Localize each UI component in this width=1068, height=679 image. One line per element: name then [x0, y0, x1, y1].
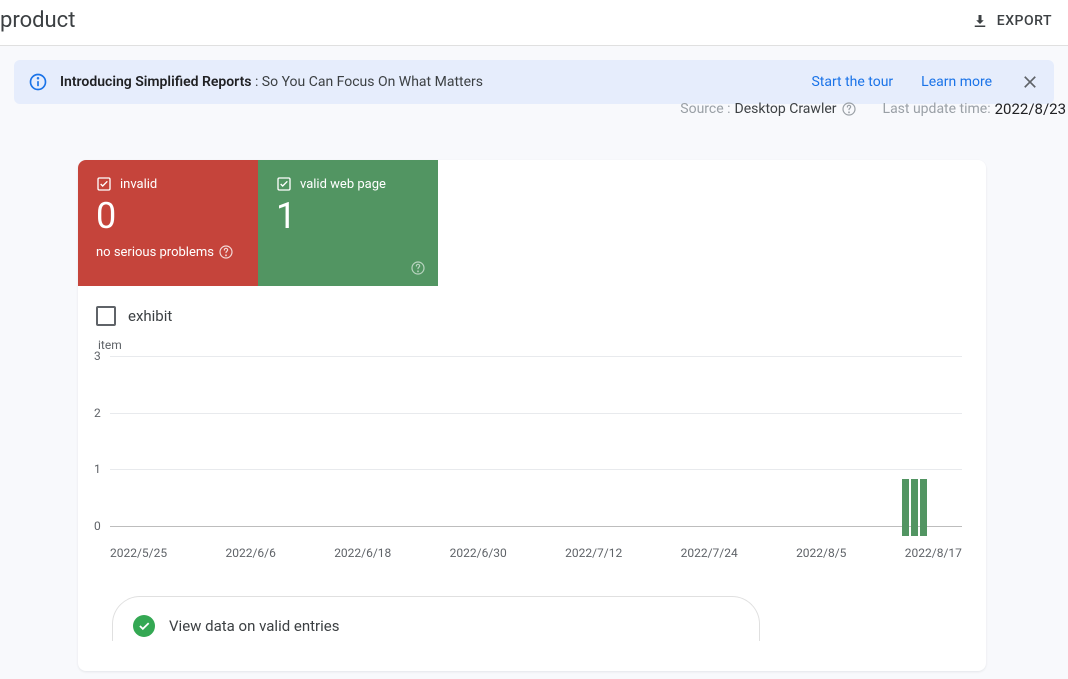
xtick: 2022/7/24 — [681, 546, 738, 560]
stats-row: invalid 0 no serious problems valid web … — [78, 160, 986, 286]
xtick: 2022/6/30 — [450, 546, 507, 560]
banner-bold: Introducing Simplified Reports — [60, 74, 251, 90]
report-card: invalid 0 no serious problems valid web … — [78, 160, 986, 671]
exhibit-label: exhibit — [128, 307, 172, 325]
help-icon[interactable] — [218, 244, 234, 260]
check-circle-icon — [133, 615, 155, 637]
info-icon — [28, 72, 48, 92]
source-label: Source : — [680, 101, 730, 117]
xtick: 2022/5/25 — [110, 546, 167, 560]
info-banner: Introducing Simplified Reports : So You … — [14, 60, 1054, 104]
export-button[interactable]: EXPORT — [971, 12, 1052, 30]
exhibit-row: exhibit — [78, 286, 986, 338]
gridline — [110, 526, 962, 527]
update-value: 2022/8/23 — [995, 100, 1066, 118]
stat-invalid-sub: no serious problems — [96, 245, 214, 260]
stat-valid-label: valid web page — [300, 177, 386, 192]
meta-row: Source : Desktop Crawler Last update tim… — [680, 100, 1068, 118]
header: product EXPORT — [0, 0, 1068, 46]
page-title: product — [0, 8, 75, 33]
gridline — [110, 469, 962, 470]
stat-invalid-count: 0 — [96, 198, 240, 234]
xtick: 2022/7/12 — [565, 546, 622, 560]
ytick: 3 — [94, 349, 101, 363]
chart-ylabel: item — [94, 338, 970, 352]
checkbox-checked-icon — [276, 176, 292, 192]
export-label: EXPORT — [997, 13, 1052, 29]
start-tour-link[interactable]: Start the tour — [811, 74, 893, 90]
chart-bar — [911, 479, 918, 536]
ytick: 0 — [94, 519, 101, 533]
update-label: Last update time: — [883, 101, 991, 117]
stat-invalid-label: invalid — [120, 177, 157, 192]
xtick: 2022/6/18 — [334, 546, 391, 560]
close-icon[interactable] — [1020, 72, 1040, 92]
xtick: 2022/6/6 — [225, 546, 275, 560]
help-icon[interactable] — [841, 101, 857, 117]
chart: item 0123 2022/5/252022/6/62022/6/182022… — [78, 338, 986, 560]
banner-text: Introducing Simplified Reports : So You … — [60, 74, 783, 90]
valid-entries-card[interactable]: View data on valid entries — [112, 596, 760, 641]
valid-entries-label: View data on valid entries — [169, 617, 339, 635]
download-icon — [971, 12, 989, 30]
chart-bar — [920, 479, 927, 536]
stat-valid[interactable]: valid web page 1 — [258, 160, 438, 286]
help-icon[interactable] — [410, 260, 426, 276]
source-value: Desktop Crawler — [735, 101, 837, 117]
gridline — [110, 356, 962, 357]
learn-more-link[interactable]: Learn more — [921, 74, 992, 90]
chart-xticks: 2022/5/25 2022/6/6 2022/6/18 2022/6/30 2022/… — [110, 536, 962, 560]
exhibit-checkbox[interactable] — [96, 306, 116, 326]
ytick: 2 — [94, 406, 101, 420]
chart-bar — [902, 479, 909, 536]
gridline — [110, 413, 962, 414]
xtick: 2022/8/17 — [905, 546, 962, 560]
stat-valid-count: 1 — [276, 198, 420, 234]
xtick: 2022/8/5 — [796, 546, 846, 560]
ytick: 1 — [94, 462, 101, 476]
checkbox-checked-icon — [96, 176, 112, 192]
chart-plot: 0123 — [110, 356, 962, 536]
banner-rest: : So You Can Focus On What Matters — [251, 74, 483, 90]
stat-invalid[interactable]: invalid 0 no serious problems — [78, 160, 258, 286]
